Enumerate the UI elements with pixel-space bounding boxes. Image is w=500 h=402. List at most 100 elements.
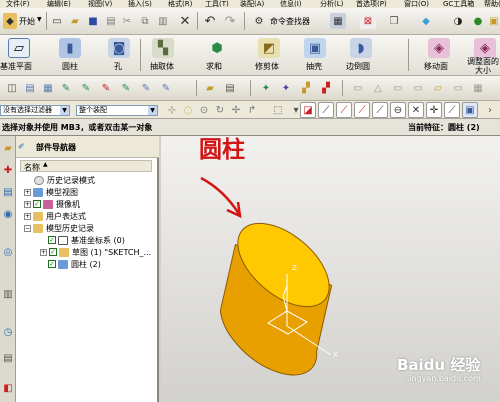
snap-face-icon[interactable]: ▣ bbox=[462, 102, 478, 118]
menu-gc-toolbox[interactable]: GC工具箱 bbox=[443, 0, 474, 8]
extract-body-label[interactable]: 抽取体 bbox=[150, 61, 174, 72]
delete-icon[interactable]: ✕ bbox=[177, 13, 193, 29]
hole-icon[interactable]: ◙ bbox=[108, 38, 130, 58]
resize-face-icon[interactable]: ◈ bbox=[474, 38, 496, 58]
sketch-icon[interactable]: ▰ bbox=[202, 80, 218, 96]
feature-icon-6[interactable]: ✎ bbox=[158, 80, 174, 96]
assembly-scope-dropdown[interactable]: 整个装配 ▼ bbox=[76, 105, 158, 116]
resource-tab-part-navigator-icon[interactable]: ▤ bbox=[0, 184, 16, 200]
edge-blend-icon[interactable]: ◗ bbox=[350, 38, 372, 58]
pin-icon[interactable]: ✐ bbox=[18, 142, 25, 151]
resource-tab-history-icon[interactable]: ◷ bbox=[0, 324, 16, 340]
tree-item-model-history[interactable]: − 模型历史记录 bbox=[24, 222, 94, 234]
save-icon[interactable]: ■ bbox=[85, 13, 101, 29]
checkbox-checked-icon[interactable]: ✓ bbox=[48, 236, 56, 244]
snap-icon-6[interactable]: ↱ bbox=[244, 102, 260, 118]
snap-curve-icon[interactable]: ⟋ bbox=[372, 102, 388, 118]
menu-window[interactable]: 窗口(O) bbox=[404, 0, 429, 8]
rectangle-select-icon[interactable]: ⬚ bbox=[270, 102, 286, 118]
more-snap-icon[interactable]: › bbox=[482, 102, 498, 118]
resource-tab-constraints-icon[interactable]: ✚ bbox=[0, 162, 16, 178]
grid-icon[interactable]: ▦ bbox=[330, 13, 346, 29]
snap-control-icon[interactable]: ⟋ bbox=[354, 102, 370, 118]
synchronous-icon-4[interactable]: ▞ bbox=[318, 80, 334, 96]
new-file-icon[interactable]: ▭ bbox=[49, 13, 65, 29]
redo-icon[interactable]: ↷ bbox=[222, 13, 238, 29]
resource-tab-reuse-library-icon[interactable]: ◉ bbox=[0, 206, 16, 222]
snap-midpoint-icon[interactable]: ⟋ bbox=[336, 102, 352, 118]
menu-assembly[interactable]: 装配(A) bbox=[240, 0, 264, 8]
graphics-window[interactable]: 圆柱 Z X Baidu 经验 jingyan.baidu.com bbox=[161, 136, 500, 402]
surface-icon-3[interactable]: ▭ bbox=[390, 80, 406, 96]
menu-format[interactable]: 格式(R) bbox=[168, 0, 192, 8]
surface-icon-5[interactable]: ▱ bbox=[430, 80, 446, 96]
resource-tab-system-icon[interactable]: ▤ bbox=[0, 350, 16, 366]
synchronous-icon-1[interactable]: ✦ bbox=[258, 80, 274, 96]
snap-tangent-icon[interactable]: ⟋ bbox=[444, 102, 460, 118]
surface-icon-1[interactable]: ▭ bbox=[350, 80, 366, 96]
tree-item-datum-csys[interactable]: ✓ 基准坐标系 (0) bbox=[48, 234, 125, 246]
menu-file[interactable]: 文件(F) bbox=[6, 0, 30, 8]
tree-item-model-views[interactable]: + 模型视图 bbox=[24, 186, 78, 198]
feature-icon-1[interactable]: ✎ bbox=[58, 80, 74, 96]
cut-icon[interactable]: ✂ bbox=[119, 13, 135, 29]
surface-icon-2[interactable]: △ bbox=[370, 80, 386, 96]
resource-tab-palette-icon[interactable]: ▥ bbox=[0, 286, 16, 302]
menu-preferences[interactable]: 首选项(P) bbox=[356, 0, 387, 8]
menu-analysis[interactable]: 分析(L) bbox=[320, 0, 343, 8]
snap-endpoint-icon[interactable]: ◪ bbox=[300, 102, 316, 118]
copy-icon[interactable]: ⧉ bbox=[137, 13, 153, 29]
unite-icon[interactable]: ⬢ bbox=[206, 38, 228, 58]
snap-icon-1[interactable]: ⊹ bbox=[164, 102, 180, 118]
edit-feature-icon[interactable]: ◫ bbox=[4, 80, 20, 96]
extract-body-icon[interactable]: ▚ bbox=[152, 38, 174, 58]
name-column-header[interactable]: 名称 ▲ bbox=[20, 160, 152, 172]
surface-icon-6[interactable]: ▭ bbox=[450, 80, 466, 96]
datum-plane-icon[interactable]: ▱ bbox=[8, 38, 30, 58]
tree-item-history-mode[interactable]: 历史记录模式 bbox=[34, 174, 95, 186]
move-face-label[interactable]: 移动面 bbox=[424, 61, 448, 72]
layer-icon[interactable]: ▣ bbox=[486, 13, 500, 29]
expand-icon[interactable]: + bbox=[24, 188, 31, 196]
unite-label[interactable]: 求和 bbox=[206, 61, 222, 72]
trim-body-label[interactable]: 修剪体 bbox=[255, 61, 279, 72]
print-icon[interactable]: ▤ bbox=[103, 13, 119, 29]
edge-blend-label[interactable]: 边倒圆 bbox=[346, 61, 370, 72]
menu-edit[interactable]: 编辑(E) bbox=[47, 0, 71, 8]
snap-icon-5[interactable]: ✢ bbox=[228, 102, 244, 118]
resource-tab-web-icon[interactable]: ◎ bbox=[0, 244, 16, 260]
shell-icon[interactable]: ▣ bbox=[304, 38, 326, 58]
resize-face-label[interactable]: 调整面的大小 bbox=[466, 57, 500, 75]
tree-item-cameras[interactable]: + ✓ 摄像机 bbox=[24, 198, 80, 210]
checkbox-checked-icon[interactable]: ✓ bbox=[33, 200, 41, 208]
snap-line-icon[interactable]: ⟋ bbox=[318, 102, 334, 118]
snap-arc-icon[interactable]: ⊖ bbox=[390, 102, 406, 118]
selection-filter-dropdown[interactable]: 没有选择过滤器 ▼ bbox=[0, 105, 70, 116]
sketch-tools-icon[interactable]: ▤ bbox=[222, 80, 238, 96]
snap-icon-2[interactable]: ◌ bbox=[180, 102, 196, 118]
open-folder-icon[interactable]: ▰ bbox=[67, 13, 83, 29]
expand-icon[interactable]: + bbox=[24, 212, 31, 220]
synchronous-icon-2[interactable]: ✦ bbox=[278, 80, 294, 96]
tree-item-cylinder[interactable]: ✓ 圆柱 (2) bbox=[48, 258, 101, 270]
expand-icon[interactable]: + bbox=[40, 248, 47, 256]
menu-information[interactable]: 信息(I) bbox=[280, 0, 302, 8]
menu-tools[interactable]: 工具(T) bbox=[205, 0, 229, 8]
tree-item-sketch[interactable]: + ✓ 草图 (1) "SKETCH_... bbox=[40, 246, 151, 258]
snap-center-icon[interactable]: ✛ bbox=[426, 102, 442, 118]
feature-icon-2[interactable]: ✎ bbox=[78, 80, 94, 96]
undo-icon[interactable]: ↶ bbox=[202, 13, 218, 29]
cylinder-label[interactable]: 圆柱 bbox=[62, 61, 78, 72]
menu-help[interactable]: 帮助(H) bbox=[484, 0, 500, 8]
trim-body-icon[interactable]: ◩ bbox=[258, 38, 280, 58]
start-button-label[interactable]: 开始 bbox=[19, 16, 35, 27]
command-finder-label[interactable]: 命令查找器 bbox=[270, 16, 310, 27]
expand-icon[interactable]: + bbox=[24, 200, 31, 208]
resource-tab-roles-icon[interactable]: ◧ bbox=[0, 380, 16, 396]
move-face-icon[interactable]: ◈ bbox=[428, 38, 450, 58]
hole-label[interactable]: 孔 bbox=[114, 61, 122, 72]
feature-icon-4[interactable]: ✎ bbox=[118, 80, 134, 96]
surface-icon-4[interactable]: ▭ bbox=[410, 80, 426, 96]
menu-view[interactable]: 视图(V) bbox=[88, 0, 112, 8]
feature-icon-3[interactable]: ✎ bbox=[98, 80, 114, 96]
